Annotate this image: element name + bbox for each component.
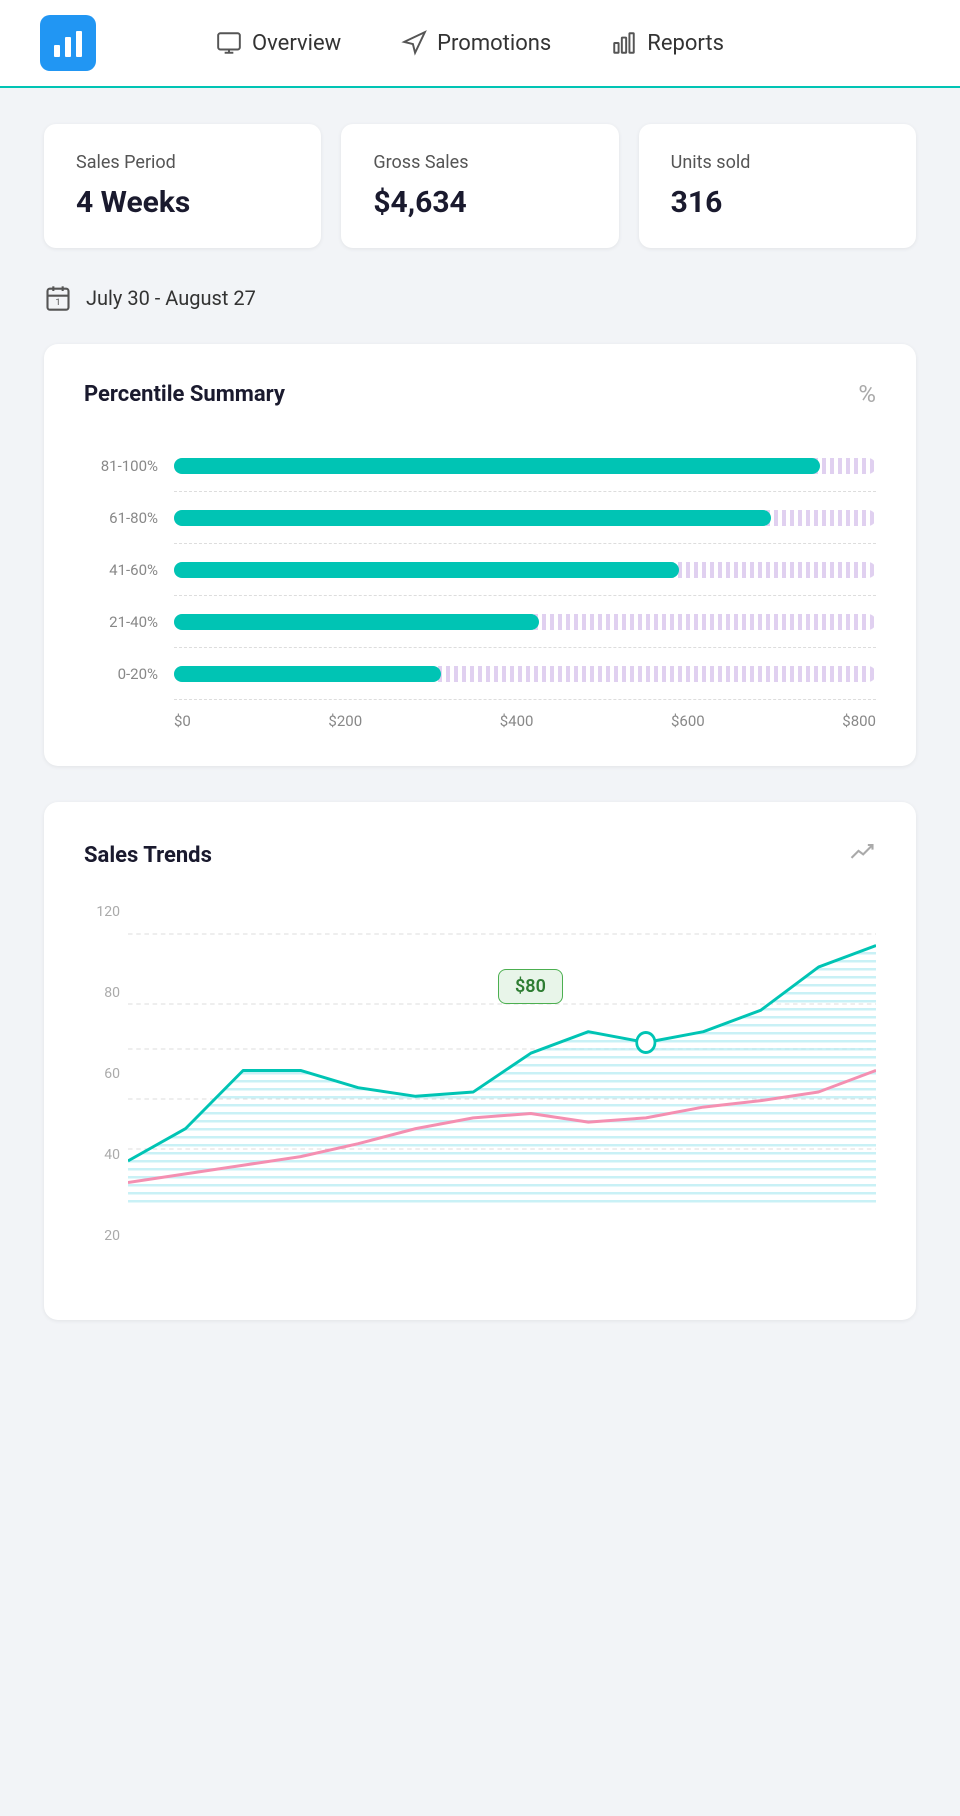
main-content: Sales Period 4 Weeks Gross Sales $4,634 … — [0, 88, 960, 1356]
bar-fill — [174, 458, 820, 474]
bar-track — [174, 614, 876, 630]
sales-period-card: Sales Period 4 Weeks — [44, 124, 321, 248]
trend-svg-container: $80 — [128, 904, 876, 1284]
nav-overview-label: Overview — [252, 31, 341, 56]
app-header: Overview Promotions Reports — [0, 0, 960, 88]
gross-sales-label: Gross Sales — [373, 152, 586, 173]
sales-period-value: 4 Weeks — [76, 185, 289, 220]
bar-fill — [174, 510, 771, 526]
main-nav: Overview Promotions Reports — [216, 30, 724, 56]
nav-reports[interactable]: Reports — [611, 30, 724, 56]
bar-track — [174, 510, 876, 526]
bar-axis-label: $800 — [842, 712, 876, 730]
gross-sales-value: $4,634 — [373, 185, 586, 220]
tooltip-value: $80 — [515, 976, 546, 997]
calendar-icon: 1 — [44, 284, 72, 312]
percentile-summary-card: Percentile Summary % 81-100% 61-80% 41-60%… — [44, 344, 916, 766]
percent-icon: % — [858, 380, 876, 408]
gross-sales-card: Gross Sales $4,634 — [341, 124, 618, 248]
trends-chart-header: Sales Trends — [84, 838, 876, 872]
trend-chart-area: 120 80 60 40 20 — [84, 904, 876, 1284]
bar-fill — [174, 666, 441, 682]
date-range-text: July 30 - August 27 — [86, 286, 256, 310]
y-label-60: 60 — [104, 1066, 120, 1082]
percentile-chart-header: Percentile Summary % — [84, 380, 876, 408]
bar-axis-label: $600 — [671, 712, 705, 730]
svg-text:1: 1 — [55, 297, 60, 308]
units-sold-card: Units sold 316 — [639, 124, 916, 248]
bar-row: 41-60% — [84, 544, 876, 596]
y-label-120: 120 — [96, 904, 120, 920]
nav-overview[interactable]: Overview — [216, 30, 341, 56]
y-label-40: 40 — [104, 1147, 120, 1163]
date-range: 1 July 30 - August 27 — [44, 284, 916, 312]
percentile-bar-chart: 81-100% 61-80% 41-60% 21-40% 0-20% — [84, 440, 876, 700]
bar-label: 41-60% — [84, 561, 174, 579]
sales-trends-card: Sales Trends 120 80 60 40 20 — [44, 802, 916, 1320]
bar-fill — [174, 562, 679, 578]
nav-promotions[interactable]: Promotions — [401, 30, 551, 56]
sales-period-label: Sales Period — [76, 152, 289, 173]
bar-row: 61-80% — [84, 492, 876, 544]
bar-row: 0-20% — [84, 648, 876, 700]
bar-x-axes: $0 $200 $400 $600 $800 — [84, 712, 876, 730]
bar-container — [174, 544, 876, 596]
units-sold-label: Units sold — [671, 152, 884, 173]
percentile-chart-title: Percentile Summary — [84, 382, 285, 407]
summary-cards: Sales Period 4 Weeks Gross Sales $4,634 … — [44, 124, 916, 248]
bar-axis-label: $400 — [500, 712, 534, 730]
units-sold-value: 316 — [671, 185, 884, 220]
bar-container — [174, 648, 876, 700]
nav-promotions-label: Promotions — [437, 31, 551, 56]
bar-track — [174, 562, 876, 578]
bar-label: 21-40% — [84, 613, 174, 631]
trend-y-labels: 120 80 60 40 20 — [84, 904, 128, 1244]
bar-axis-label: $200 — [328, 712, 362, 730]
bar-row: 21-40% — [84, 596, 876, 648]
bar-container — [174, 440, 876, 492]
bar-fill — [174, 614, 539, 630]
nav-reports-label: Reports — [647, 31, 724, 56]
bar-axis-label: $0 — [174, 712, 191, 730]
y-label-20: 20 — [104, 1228, 120, 1244]
app-logo — [40, 15, 96, 71]
price-tooltip: $80 — [498, 969, 563, 1004]
bar-container — [174, 596, 876, 648]
bar-row: 81-100% — [84, 440, 876, 492]
bar-label: 61-80% — [84, 509, 174, 527]
trend-icon — [848, 838, 876, 872]
bar-container — [174, 492, 876, 544]
trends-chart-title: Sales Trends — [84, 843, 212, 868]
bar-label: 81-100% — [84, 457, 174, 475]
bar-label: 0-20% — [84, 665, 174, 683]
bar-track — [174, 458, 876, 474]
bar-track — [174, 666, 876, 682]
y-label-80: 80 — [104, 985, 120, 1001]
